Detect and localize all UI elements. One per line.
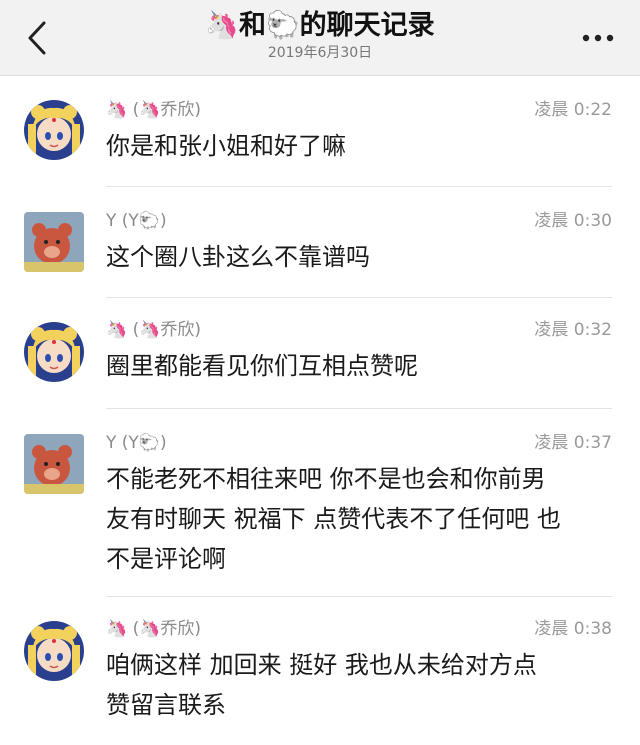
header-title-block: 🦄和🐑的聊天记录 2019年6月30日 — [120, 6, 520, 62]
sailor-moon-avatar[interactable] — [24, 621, 84, 681]
sender-name: Y (Y🐑) — [106, 211, 167, 231]
more-dots-icon — [582, 34, 614, 42]
message-item[interactable]: Y (Y🐑) 凌晨 0:37 不能老死不相往来吧 你不是也会和你前男 友有时聊天… — [0, 409, 640, 597]
message-text: 这个圈八卦这么不靠谱吗 — [106, 243, 370, 271]
message-time: 凌晨 0:22 — [534, 100, 612, 120]
message-text: 你是和张小姐和好了嘛 — [106, 132, 346, 160]
sender-name: 🦄 (🦄乔欣) — [106, 619, 202, 639]
sender-name: 🦄 (🦄乔欣) — [106, 320, 202, 340]
message-text: 咱俩这样 加回来 挺好 我也从未给对方点 赞留言联系 — [106, 651, 537, 719]
sailor-moon-avatar[interactable] — [24, 100, 84, 160]
message-item[interactable]: Y (Y🐑) 凌晨 0:30 这个圈八卦这么不靠谱吗 — [0, 187, 640, 298]
message-time: 凌晨 0:38 — [534, 619, 612, 639]
message-item[interactable]: 🦄 (🦄乔欣) 凌晨 0:32 圈里都能看见你们互相点赞呢 — [0, 298, 640, 409]
record-date: 2019年6月30日 — [267, 45, 373, 61]
message-text: 不能老死不相往来吧 你不是也会和你前男 友有时聊天 祝福下 点赞代表不了任何吧 … — [106, 465, 561, 573]
bear-avatar[interactable] — [24, 434, 84, 494]
sender-name: 🦄 (🦄乔欣) — [106, 100, 202, 120]
chevron-left-icon — [28, 21, 46, 55]
message-text: 圈里都能看见你们互相点赞呢 — [106, 352, 418, 380]
message-time: 凌晨 0:32 — [534, 320, 612, 340]
message-item[interactable]: 🦄 (🦄乔欣) 凌晨 0:38 咱俩这样 加回来 挺好 我也从未给对方点 赞留言… — [0, 597, 640, 745]
page-title: 🦄和🐑的聊天记录 — [205, 10, 435, 41]
message-time: 凌晨 0:37 — [534, 433, 612, 453]
message-time: 凌晨 0:30 — [534, 211, 612, 231]
bear-avatar[interactable] — [24, 212, 84, 272]
back-button[interactable] — [20, 18, 54, 58]
sender-name: Y (Y🐑) — [106, 433, 167, 453]
sailor-moon-avatar[interactable] — [24, 322, 84, 382]
chat-record-header: 🦄和🐑的聊天记录 2019年6月30日 — [0, 0, 640, 76]
message-list: 🦄 (🦄乔欣) 凌晨 0:22 你是和张小姐和好了嘛 Y (Y🐑) 凌晨 0:3… — [0, 76, 640, 745]
message-item[interactable]: 🦄 (🦄乔欣) 凌晨 0:22 你是和张小姐和好了嘛 — [0, 76, 640, 187]
more-button[interactable] — [578, 26, 618, 50]
